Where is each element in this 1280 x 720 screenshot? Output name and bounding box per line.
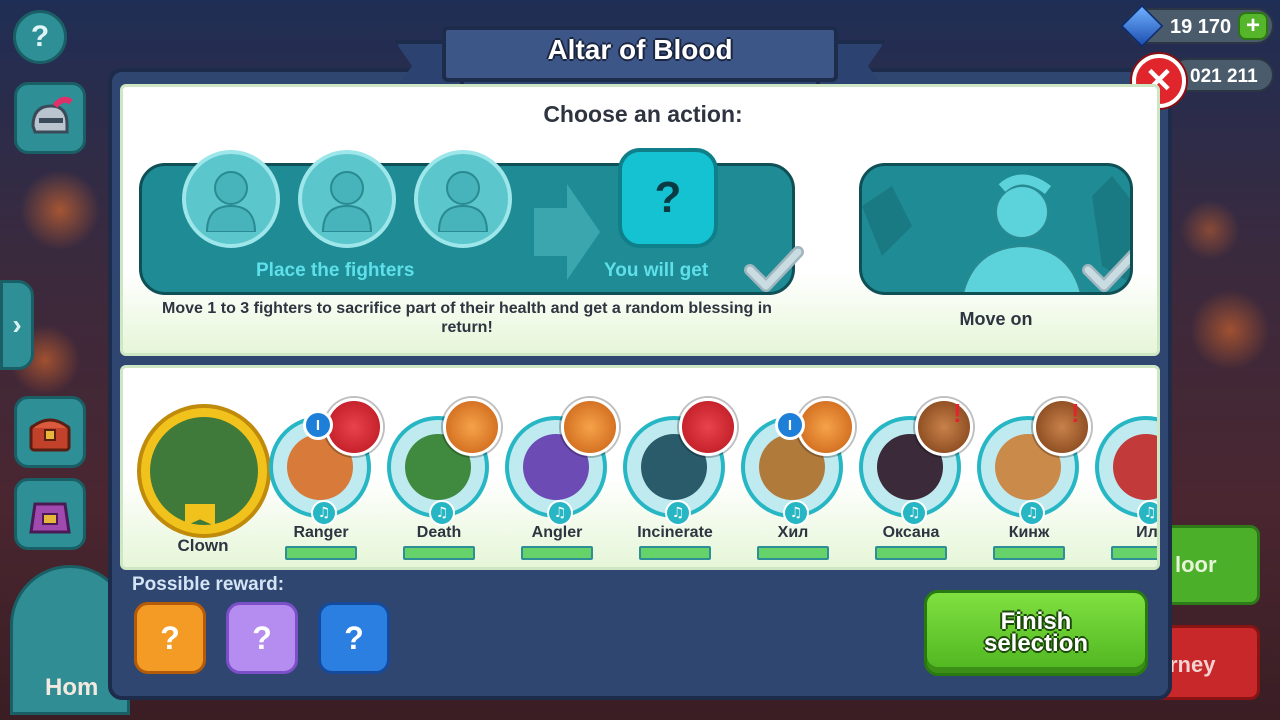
dialog-title: Altar of Blood (547, 34, 733, 65)
choose-action-title: Choose an action: (543, 101, 743, 127)
empty-fighter-silhouette-icon (205, 171, 257, 232)
finish-selection-button[interactable]: Finish selection (924, 590, 1148, 676)
plus-icon: + (1245, 12, 1260, 39)
fighter-name: Оксана (882, 524, 940, 541)
chest-button[interactable] (14, 396, 86, 468)
skill-icon (1033, 398, 1091, 456)
fighter-health-bar (403, 546, 475, 560)
fighter-health-bar (993, 546, 1065, 560)
fighter-selection-strip: Clown ♫ I Ranger ♫ Death ♫ Angler ♫ Incinerate ♫ I… (120, 365, 1160, 570)
fighter-health-bar (757, 546, 829, 560)
gold-counter: 021 211 (1170, 58, 1274, 92)
question-mark-icon: ? (344, 619, 364, 656)
skill-icon (915, 398, 973, 456)
dialog-title-ribbon: Altar of Blood (394, 26, 886, 92)
fighter-name: Angler (531, 524, 583, 541)
hero-name: Clown (177, 536, 229, 555)
skill-icon (325, 398, 383, 456)
fighter-portrait[interactable]: ♫! (977, 398, 1091, 526)
checkmark-icon (744, 246, 804, 292)
fighter-portrait[interactable]: ♫ (387, 398, 501, 526)
gem-counter: 19 170 + (1120, 4, 1274, 48)
checkmark-icon (1082, 249, 1130, 292)
bag-icon (29, 502, 71, 534)
fighter-slot-1[interactable] (182, 150, 280, 248)
random-blessing-slot: ? (618, 148, 718, 248)
fighter-name: Incinerate (637, 524, 713, 541)
class-badge-icon: ♫ (311, 500, 337, 526)
class-badge-icon: ♫ (547, 500, 573, 526)
move-on-option[interactable] (859, 163, 1133, 295)
question-mark-icon: ? (160, 619, 180, 656)
home-label: Hom (45, 674, 99, 701)
purple-mystery-blessing-icon[interactable]: ? (226, 602, 298, 674)
fighter-portrait[interactable]: ♫ (1095, 416, 1157, 526)
fighter-name: Death (416, 524, 462, 541)
class-badge-icon: ♫ (901, 500, 927, 526)
class-badge-icon: ♫ (1137, 500, 1157, 526)
background-journey-label: rney (1169, 652, 1216, 677)
fighter-health-bar (1111, 546, 1157, 560)
sacrifice-description: Move 1 to 3 fighters to sacrifice part o… (162, 300, 772, 336)
alert-icon: ! (1071, 398, 1080, 428)
class-badge-icon: ♫ (783, 500, 809, 526)
fighter-health-bar (285, 546, 357, 560)
gold-amount: 021 211 (1190, 66, 1258, 87)
rank-badge: I (303, 410, 333, 440)
skill-icon (561, 398, 619, 456)
possible-reward-label: Possible reward: (132, 574, 285, 595)
place-fighters-label: Place the fighters (256, 260, 415, 281)
you-will-get-label: You will get (604, 260, 709, 281)
fighter-health-bar (875, 546, 947, 560)
blue-mystery-blessing-icon[interactable]: ? (318, 602, 390, 674)
sacrifice-action-option[interactable]: ? Place the fighters You will get (139, 148, 804, 295)
finish-selection-label: Finish selection (983, 608, 1089, 657)
fighter-portrait[interactable]: ♫! (859, 398, 973, 526)
orange-mystery-blessing-icon[interactable]: ? (134, 602, 206, 674)
fighter-portrait[interactable]: ♫ I (741, 398, 855, 526)
question-mark-icon: ? (654, 173, 682, 222)
class-badge-icon: ♫ (1019, 500, 1045, 526)
fighter-health-bar (639, 546, 711, 560)
alert-icon: ! (953, 398, 962, 428)
inventory-button[interactable] (14, 478, 86, 550)
fighter-portrait[interactable]: ♫ (623, 398, 737, 526)
fighter-avatar (1113, 434, 1157, 500)
fighter-slot-2[interactable] (298, 150, 396, 248)
add-gems-button[interactable]: + (1238, 12, 1268, 40)
background-floor-label: loor (1175, 552, 1217, 577)
expand-sidebar-button[interactable]: › (0, 280, 34, 370)
class-badge-icon: ♫ (429, 500, 455, 526)
question-mark-icon: ? (252, 619, 272, 656)
skill-icon (797, 398, 855, 456)
knight-helmet-icon (31, 96, 73, 134)
arrow-right-icon (534, 184, 600, 280)
fighter-name: Кинж (1008, 524, 1050, 541)
move-on-label: Move on (959, 309, 1033, 329)
fighter-name: Ил (1136, 524, 1158, 541)
fighter-portrait[interactable]: ♫ (505, 398, 619, 526)
action-card: Choose an action: ? Place the fighters Y… (120, 84, 1160, 356)
fighter-name: Ranger (293, 524, 349, 541)
empty-fighter-silhouette-icon (437, 171, 489, 232)
rank-badge: I (775, 410, 805, 440)
class-badge-icon: ♫ (665, 500, 691, 526)
help-icon: ? (30, 20, 50, 53)
skill-icon (443, 398, 501, 456)
empty-fighter-silhouette-icon (321, 171, 373, 232)
knight-helmet-button[interactable] (14, 82, 86, 154)
fighter-slot-3[interactable] (414, 150, 512, 248)
gem-amount: 19 170 (1170, 16, 1232, 38)
treasure-chest-icon (29, 418, 71, 452)
fighter-name: Хил (777, 524, 809, 541)
chevron-right-icon: › (12, 309, 22, 340)
skill-icon (679, 398, 737, 456)
fighter-health-bar (521, 546, 593, 560)
fighter-portrait[interactable]: ♫ I (269, 398, 383, 526)
help-button[interactable]: ? (13, 10, 67, 64)
